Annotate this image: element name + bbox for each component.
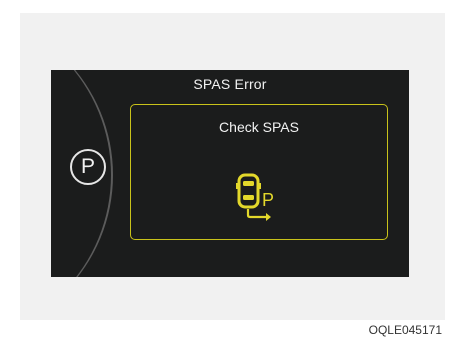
warning-popup: Check SPAS P: [130, 104, 388, 240]
figure-code: OQLE045171: [368, 323, 442, 337]
gear-indicator: P: [70, 149, 106, 185]
display-title: SPAS Error: [193, 76, 267, 92]
spas-warning-icon: P: [236, 173, 274, 221]
spas-icon-letter: P: [262, 190, 274, 210]
cluster-display: SPAS Error P Check SPAS P: [51, 70, 409, 277]
popup-message: Check SPAS: [219, 119, 299, 135]
